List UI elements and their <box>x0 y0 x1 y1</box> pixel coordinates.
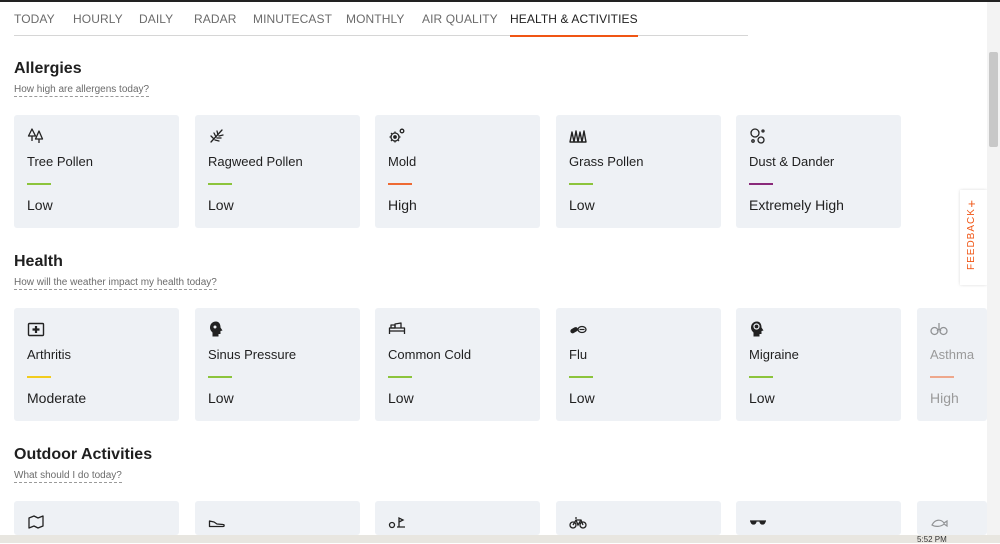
feedback-tab[interactable]: + FEEDBACK <box>960 190 987 285</box>
dust-icon <box>750 128 765 144</box>
health-name: Asthma <box>930 347 975 362</box>
level-bar <box>208 183 232 185</box>
sunglasses-icon <box>750 520 766 525</box>
scrollbar-thumb[interactable] <box>989 52 998 147</box>
tab-minutecast[interactable]: MINUTECAST <box>253 12 332 26</box>
level-bar <box>569 376 593 378</box>
health-level: Low <box>208 390 234 406</box>
health-level: Low <box>749 390 775 406</box>
allergy-level: Low <box>569 197 595 213</box>
health-subtitle[interactable]: How will the weather impact my health to… <box>14 277 217 290</box>
tab-monthly[interactable]: MONTHLY <box>346 12 404 26</box>
allergy-card-dust-dander[interactable]: Dust & Dander Extremely High <box>736 115 901 228</box>
ragweed-icon <box>210 129 224 143</box>
bed-icon <box>388 322 406 334</box>
level-bar <box>388 183 412 185</box>
health-level: Low <box>569 390 595 406</box>
grass-icon <box>569 130 587 143</box>
activity-card[interactable] <box>736 501 901 535</box>
feedback-label: FEEDBACK <box>966 208 977 270</box>
allergy-name: Ragweed Pollen <box>208 154 303 169</box>
level-bar <box>749 376 773 378</box>
vertical-scrollbar[interactable] <box>987 2 1000 543</box>
allergy-name: Grass Pollen <box>569 154 644 169</box>
level-bar <box>27 183 51 185</box>
allergy-card-ragweed-pollen[interactable]: Ragweed Pollen Low <box>195 115 360 228</box>
allergy-level: High <box>388 197 417 213</box>
allergy-level: Low <box>27 197 53 213</box>
activity-card[interactable] <box>917 501 987 535</box>
tab-health-activities[interactable]: HEALTH & ACTIVITIES <box>510 12 638 37</box>
tab-daily[interactable]: DAILY <box>139 12 173 26</box>
lungs-icon <box>930 323 948 336</box>
tab-bar: TODAY HOURLY DAILY RADAR MINUTECAST MONT… <box>14 2 748 37</box>
activity-card[interactable] <box>375 501 540 535</box>
mold-icon <box>389 128 405 143</box>
allergy-name: Tree Pollen <box>27 154 93 169</box>
fishing-icon <box>931 519 948 528</box>
level-bar <box>930 376 954 378</box>
allergy-card-mold[interactable]: Mold High <box>375 115 540 228</box>
health-name: Common Cold <box>388 347 472 362</box>
first-aid-icon <box>27 322 45 337</box>
health-level: Moderate <box>27 390 87 406</box>
level-bar <box>749 183 773 185</box>
golf-icon <box>388 516 405 529</box>
health-card-migraine[interactable]: Migraine Low <box>736 308 901 421</box>
level-bar <box>27 376 51 378</box>
allergy-level: Low <box>208 197 234 213</box>
health-title: Health <box>14 253 63 270</box>
tab-radar[interactable]: RADAR <box>194 12 237 26</box>
health-name: Flu <box>569 347 588 362</box>
taskbar <box>0 535 1000 543</box>
tab-hourly[interactable]: HOURLY <box>73 12 123 26</box>
tab-air-quality[interactable]: AIR QUALITY <box>422 12 498 26</box>
level-bar <box>208 376 232 378</box>
allergy-name: Dust & Dander <box>749 154 835 169</box>
activity-card[interactable] <box>556 501 721 535</box>
brain-head-icon <box>751 321 764 337</box>
running-shoe-icon <box>208 520 225 528</box>
allergy-card-grass-pollen[interactable]: Grass Pollen Low <box>556 115 721 228</box>
health-name: Arthritis <box>27 347 72 362</box>
health-level: High <box>930 390 959 406</box>
tree-icon <box>27 128 44 143</box>
outdoor-subtitle[interactable]: What should I do today? <box>14 470 122 483</box>
activity-card[interactable] <box>14 501 179 535</box>
level-bar <box>569 183 593 185</box>
map-icon <box>28 515 44 529</box>
allergy-level: Extremely High <box>749 197 844 213</box>
activity-card[interactable] <box>195 501 360 535</box>
bicycle-icon <box>569 517 587 529</box>
health-name: Migraine <box>749 347 799 362</box>
health-card-arthritis[interactable]: Arthritis Moderate <box>14 308 179 421</box>
head-profile-icon <box>210 321 223 337</box>
health-card-sinus-pressure[interactable]: Sinus Pressure Low <box>195 308 360 421</box>
health-card-common-cold[interactable]: Common Cold Low <box>375 308 540 421</box>
pills-icon <box>570 325 587 334</box>
level-bar <box>388 376 412 378</box>
health-card-asthma[interactable]: Asthma High <box>917 308 987 421</box>
allergy-name: Mold <box>388 154 417 169</box>
allergy-card-tree-pollen[interactable]: Tree Pollen Low <box>14 115 179 228</box>
allergies-title: Allergies <box>14 60 82 77</box>
health-card-flu[interactable]: Flu Low <box>556 308 721 421</box>
outdoor-title: Outdoor Activities <box>14 446 153 463</box>
tab-today[interactable]: TODAY <box>14 12 55 26</box>
health-name: Sinus Pressure <box>208 347 297 362</box>
health-level: Low <box>388 390 414 406</box>
allergies-subtitle[interactable]: How high are allergens today? <box>14 84 150 97</box>
